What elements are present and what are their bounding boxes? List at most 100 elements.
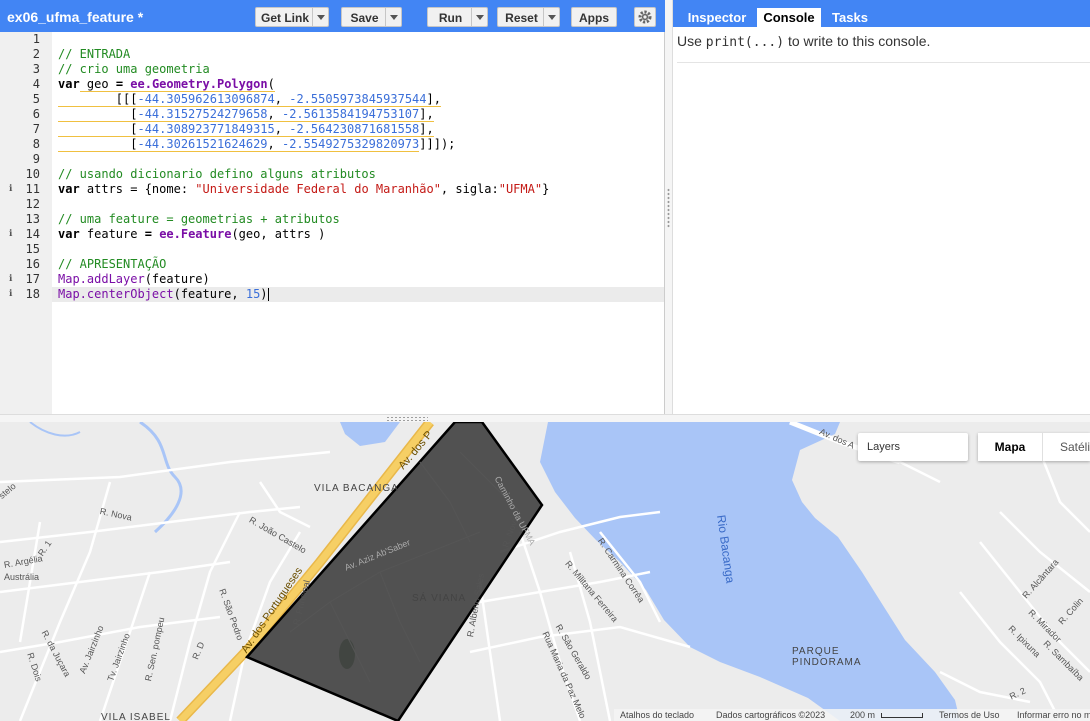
code-operator: = [115, 77, 124, 92]
code-text: (feature, [173, 287, 246, 301]
code-keyword: var [58, 182, 80, 196]
chevron-down-icon[interactable] [471, 8, 487, 26]
line-number: 4 [32, 77, 40, 91]
chevron-down-icon[interactable] [385, 8, 401, 26]
console-divider [677, 62, 1090, 63]
code-line: [-44.30261521624629, -2.5549275329820973… [58, 137, 456, 152]
code-number: 15 [245, 287, 261, 301]
console-hint-text: to write to this console. [784, 33, 931, 49]
code-line: // uma feature = geometrias + atributos [58, 212, 340, 227]
map-view[interactable]: VILA BACANGA SÁ VIANA PARQUE PINDORAMA V… [0, 422, 1090, 721]
line-number: 8 [32, 137, 40, 151]
line-number: 13 [25, 212, 40, 226]
map-label-district: PARQUE [792, 646, 840, 657]
layers-label: Layers [867, 441, 901, 453]
map-type-mapa-button[interactable]: Mapa [978, 433, 1042, 461]
code-text: attrs = {nome: [79, 182, 196, 196]
map-data-credit: Dados cartográficos ©2023 [716, 710, 826, 720]
code-text: , sigla: [440, 182, 499, 196]
run-button[interactable]: Run [427, 7, 488, 27]
reset-button[interactable]: Reset [497, 7, 560, 27]
line-number: 5 [32, 92, 40, 106]
map-label-district: VILA BACANGA [314, 483, 399, 494]
code-number: -44.30261521624629 [137, 137, 268, 152]
code-function: ee.Geometry.Polygon [130, 77, 268, 92]
code-string: "UFMA" [498, 182, 543, 196]
line-number: 18 [25, 287, 40, 301]
tab-inspector[interactable]: Inspector [679, 8, 755, 27]
map-label-district: SÁ VIANA [412, 593, 467, 604]
code-comment: // ENTRADA [58, 47, 131, 61]
editor-toolbar: ex06_ufma_feature * Get Link Save Run Re… [0, 0, 665, 32]
get-link-button[interactable]: Get Link [255, 7, 329, 27]
console-hint-text: Use [677, 33, 706, 49]
code-identifier: geo [79, 77, 116, 92]
map-canvas[interactable] [0, 422, 1090, 721]
map-type-satelite-button[interactable]: Satélite [1042, 433, 1090, 461]
code-line: // ENTRADA [58, 47, 130, 62]
code-editor-panel: ex06_ufma_feature * Get Link Save Run Re… [0, 0, 665, 414]
code-number: -2.5549275329820973 [281, 137, 420, 152]
tab-console[interactable]: Console [757, 8, 821, 27]
tab-tasks[interactable]: Tasks [823, 8, 877, 27]
code-area[interactable]: 1 2 3 4 5 6 7 8 9 10 11 12 13 14 15 16 1… [0, 32, 665, 414]
code-punct: ]]]); [419, 137, 456, 151]
console-hint-code: print(...) [705, 35, 785, 50]
chevron-down-icon[interactable] [543, 8, 559, 26]
horizontal-split-handle[interactable] [0, 414, 1090, 422]
code-identifier: feature [79, 227, 145, 241]
code-line: Map.addLayer(feature) [58, 272, 210, 287]
line-number: 3 [32, 62, 40, 76]
map-attribution: Atalhos do teclado Dados cartográficos ©… [614, 709, 1090, 721]
scale-bar [881, 713, 923, 718]
map-type-control: Mapa Satélite [978, 433, 1090, 461]
code-number: -2.5613584194753107 [281, 107, 420, 122]
script-title[interactable]: ex06_ufma_feature * [7, 9, 143, 25]
info-marker-icon[interactable]: ℹ [9, 182, 15, 197]
console-hint: Use print(...) to write to this console. [677, 33, 930, 50]
code-line-active: Map.centerObject(feature, 15) [52, 287, 664, 302]
line-number: 14 [25, 227, 40, 241]
line-number: 1 [32, 32, 40, 46]
code-function: Map.centerObject [58, 287, 174, 301]
output-tabs: Inspector Console Tasks [673, 0, 1090, 27]
code-comment: // uma feature = geometrias + atributos [58, 212, 340, 226]
line-number: 11 [25, 182, 40, 196]
save-button[interactable]: Save [341, 7, 402, 27]
code-comment: // crio uma geometria [58, 62, 210, 76]
code-number: -2.5505973845937544 [289, 92, 427, 107]
code-line: // usando dicionario defino alguns atrib… [58, 167, 376, 182]
vertical-split-handle[interactable] [665, 0, 673, 414]
terms-link[interactable]: Termos de Uso [939, 710, 1000, 720]
line-number: 10 [25, 167, 40, 181]
code-line: [-44.308923771849315, -2.564230871681558… [58, 122, 434, 137]
line-number: 17 [25, 272, 40, 286]
apps-label: Apps [579, 11, 609, 25]
code-keyword: var [58, 227, 80, 241]
code-string: "Universidade Federal do Maranhão" [195, 182, 441, 196]
info-marker-icon[interactable]: ℹ [9, 287, 15, 302]
scale-label[interactable]: 200 m [850, 710, 875, 720]
code-number: -44.31527524279658 [137, 107, 268, 122]
info-marker-icon[interactable]: ℹ [9, 272, 15, 287]
layers-control[interactable]: Layers [858, 433, 968, 461]
apps-button[interactable]: Apps [571, 7, 617, 27]
code-line: var feature = ee.Feature(geo, attrs ) [58, 227, 325, 242]
drag-handle-icon [386, 416, 428, 421]
code-line: // APRESENTAÇÃO [58, 257, 166, 272]
code-operator: = [144, 227, 152, 241]
map-label-street: Austrália [4, 572, 40, 582]
code-line: var attrs = {nome: "Universidade Federal… [58, 182, 549, 197]
code-line: [-44.31527524279658, -2.5613584194753107… [58, 107, 434, 122]
earth-engine-code-editor: ex06_ufma_feature * Get Link Save Run Re… [0, 0, 1090, 721]
save-label: Save [350, 11, 379, 25]
info-marker-icon[interactable]: ℹ [9, 227, 15, 242]
chevron-down-icon[interactable] [312, 8, 328, 26]
line-number: 16 [25, 257, 40, 271]
settings-button[interactable] [634, 7, 656, 27]
line-number: 7 [32, 122, 40, 136]
code-number: -2.564230871681558 [289, 122, 420, 137]
report-error-link[interactable]: Informar erro no mapa [1017, 710, 1090, 720]
keyboard-shortcuts-link[interactable]: Atalhos do teclado [620, 710, 694, 720]
code-number: -44.308923771849315 [137, 122, 275, 137]
